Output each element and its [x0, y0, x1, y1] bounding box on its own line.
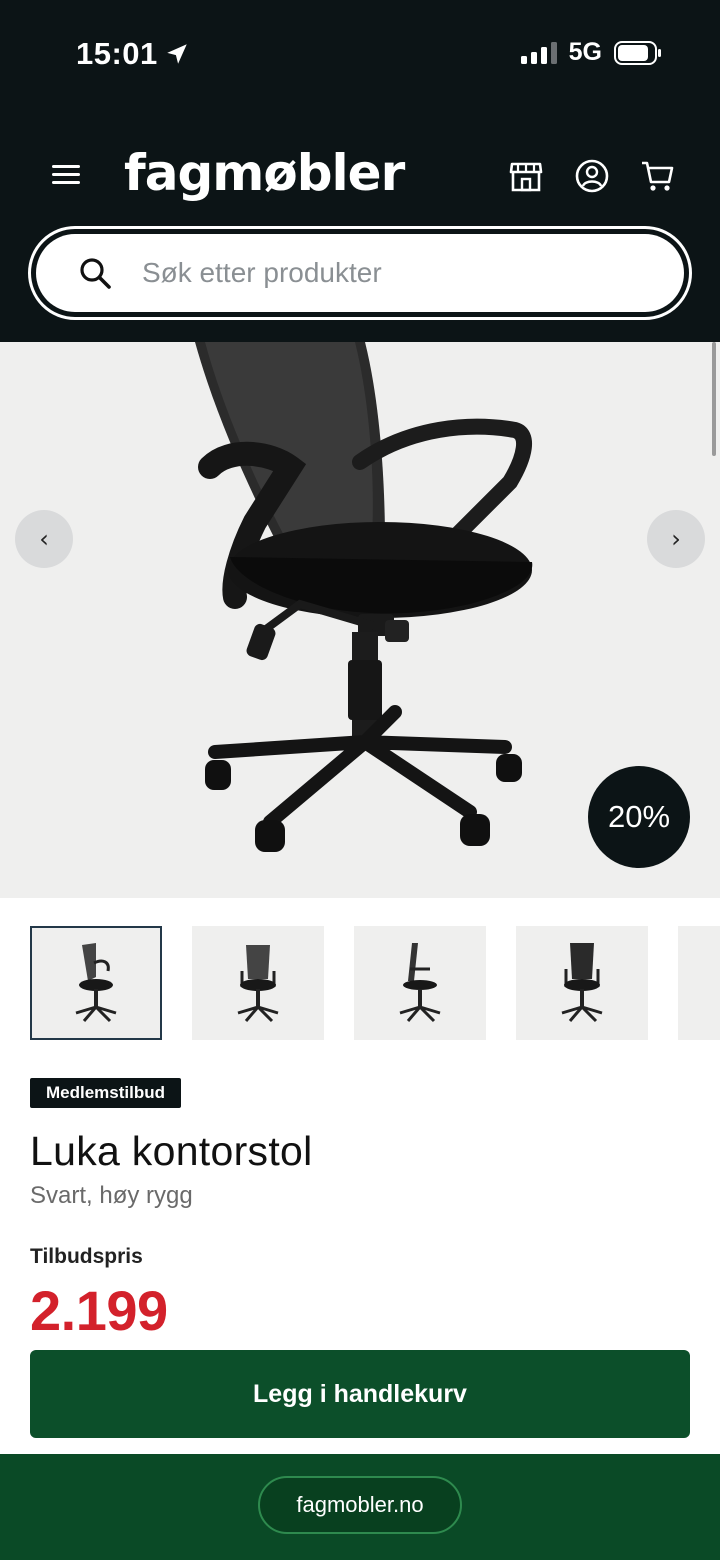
chevron-right-icon: › — [671, 525, 681, 553]
thumbnail-4[interactable] — [516, 926, 648, 1040]
header-actions — [508, 158, 676, 194]
search-bar[interactable] — [28, 226, 692, 320]
cart-icon[interactable] — [640, 158, 676, 194]
product-image-carousel[interactable]: ‹ › 20% — [0, 342, 720, 898]
product-price: 2.199 — [30, 1279, 168, 1342]
product-title: Luka kontorstol — [30, 1128, 313, 1174]
thumbnail-2[interactable] — [192, 926, 324, 1040]
site-logo[interactable]: fagmøbler — [124, 144, 405, 202]
member-offer-badge: Medlemstilbud — [30, 1078, 182, 1108]
thumbnail-image — [399, 943, 441, 1023]
menu-icon[interactable] — [52, 160, 86, 192]
thumbnail-image — [714, 941, 720, 1025]
next-image-button[interactable]: › — [647, 510, 705, 568]
thumbnail-3[interactable] — [354, 926, 486, 1040]
store-icon[interactable] — [508, 158, 544, 194]
account-icon[interactable] — [574, 158, 610, 194]
search-icon — [80, 258, 111, 289]
search-field[interactable] — [36, 234, 684, 312]
status-time: 15:01 — [76, 36, 190, 72]
url-bar[interactable]: fagmobler.no — [258, 1476, 462, 1534]
price-label: Tilbudspris — [30, 1245, 143, 1268]
thumbnail-image — [561, 943, 603, 1023]
signal-icon — [520, 41, 557, 64]
top-bar: 15:01 5G fagmøbler — [0, 0, 720, 342]
battery-icon — [614, 40, 661, 65]
thumbnail-5[interactable] — [678, 926, 720, 1040]
thumbnail-image — [75, 943, 117, 1023]
chevron-left-icon: ‹ — [39, 525, 49, 553]
discount-badge: 20% — [588, 766, 690, 868]
product-subtitle: Svart, høy rygg — [30, 1182, 193, 1209]
search-input[interactable] — [142, 257, 602, 289]
thumbnail-strip — [30, 926, 720, 1042]
location-arrow-icon — [167, 44, 187, 64]
scroll-indicator — [712, 342, 716, 456]
status-bar: 15:01 5G — [0, 0, 720, 110]
thumbnail-image — [237, 945, 279, 1023]
browser-footer: fagmobler.no — [0, 1454, 720, 1560]
network-type: 5G — [568, 38, 602, 66]
thumbnail-1[interactable] — [30, 926, 162, 1040]
clock-text: 15:01 — [76, 36, 158, 71]
previous-image-button[interactable]: ‹ — [15, 510, 73, 568]
site-header: fagmøbler — [0, 140, 720, 212]
add-to-cart-button[interactable]: Legg i handlekurv — [30, 1350, 690, 1438]
status-indicators: 5G — [520, 38, 662, 67]
